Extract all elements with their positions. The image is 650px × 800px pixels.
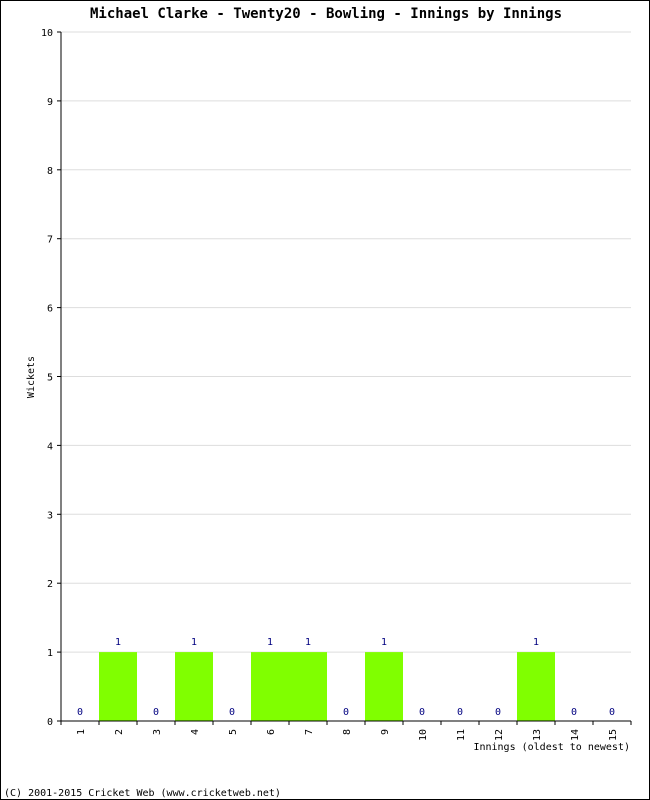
axes (57, 31, 632, 725)
x-tick-label: 14 (570, 729, 581, 741)
y-tick-label: 0 (47, 717, 53, 728)
x-tick-label: 6 (266, 729, 277, 735)
x-tick-label: 11 (456, 729, 467, 741)
x-tick-label: 9 (380, 729, 391, 735)
value-label: 1 (381, 637, 387, 648)
y-tick-labels: 0 1 2 3 4 5 6 7 8 9 10 (41, 28, 53, 728)
chart-title: Michael Clarke - Twenty20 - Bowling - In… (90, 6, 562, 22)
x-tick-label: 15 (608, 729, 619, 741)
y-tick-label: 6 (47, 304, 53, 315)
y-tick-label: 2 (47, 579, 53, 590)
value-label: 0 (571, 707, 577, 718)
value-label: 1 (267, 637, 273, 648)
y-tick-label: 4 (47, 441, 53, 452)
value-label: 0 (77, 707, 83, 718)
chart-frame: Michael Clarke - Twenty20 - Bowling - In… (0, 0, 650, 800)
value-label: 1 (305, 637, 311, 648)
x-tick-label: 13 (532, 729, 543, 741)
x-tick-label: 1 (76, 729, 87, 735)
x-tick-label: 5 (228, 729, 239, 735)
x-tick-label: 10 (418, 729, 429, 741)
y-tick-label: 3 (47, 510, 53, 521)
value-label: 0 (457, 707, 463, 718)
value-label: 1 (115, 637, 121, 648)
bar (175, 652, 213, 721)
y-tick-label: 5 (47, 373, 53, 384)
x-tick-label: 4 (190, 729, 201, 735)
value-label: 0 (495, 707, 501, 718)
y-tick-label: 9 (47, 97, 53, 108)
x-tick-label: 2 (114, 729, 125, 735)
y-axis-label: Wickets (26, 356, 37, 398)
value-label: 0 (229, 707, 235, 718)
bars (99, 652, 555, 721)
bar-chart: Michael Clarke - Twenty20 - Bowling - In… (4, 6, 632, 799)
x-tick-label: 7 (304, 729, 315, 735)
gridlines (61, 31, 631, 653)
x-tick-labels: 1 2 3 4 5 6 7 8 9 10 11 12 13 14 15 (76, 729, 619, 741)
x-tick-label: 8 (342, 729, 353, 735)
y-tick-label: 10 (41, 28, 53, 39)
y-tick-label: 7 (47, 235, 53, 246)
value-label: 1 (533, 637, 539, 648)
value-label: 0 (609, 707, 615, 718)
x-tick-label: 12 (494, 729, 505, 741)
y-tick-label: 1 (47, 648, 53, 659)
bar (251, 652, 289, 721)
x-axis-label: Innings (oldest to newest) (473, 742, 630, 753)
x-tick-label: 3 (152, 729, 163, 735)
value-label: 1 (191, 637, 197, 648)
bar (517, 652, 555, 721)
value-label: 0 (419, 707, 425, 718)
bar (289, 652, 327, 721)
y-tick-label: 8 (47, 166, 53, 177)
value-label: 0 (153, 707, 159, 718)
value-label: 0 (343, 707, 349, 718)
copyright-footer: (C) 2001-2015 Cricket Web (www.cricketwe… (4, 788, 281, 799)
bar (365, 652, 403, 721)
bar (99, 652, 137, 721)
